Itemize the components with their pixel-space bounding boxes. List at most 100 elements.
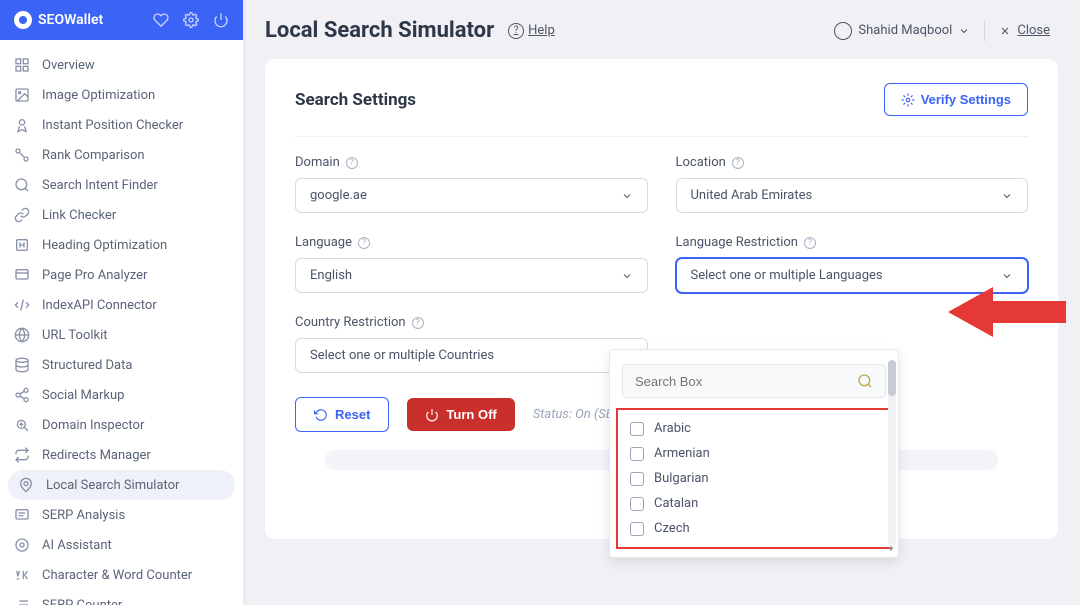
location-icon [18, 477, 34, 493]
chevron-down-icon [958, 25, 970, 37]
logo-icon [14, 11, 32, 29]
sidebar-item-word-counter[interactable]: Character & Word Counter [0, 560, 243, 590]
nav-label: Search Intent Finder [42, 178, 158, 193]
domain-select[interactable]: google.ae [295, 178, 648, 213]
domain-value: google.ae [310, 188, 367, 203]
nav-label: SERP Analysis [42, 508, 125, 523]
page-icon [14, 267, 30, 283]
list-icon [14, 597, 30, 605]
position-icon [14, 117, 30, 133]
language-label: Language [295, 235, 648, 250]
form: Domain google.ae Location United Arab Em… [295, 155, 1028, 373]
checkbox[interactable] [630, 522, 644, 536]
sidebar-item-image-optimization[interactable]: Image Optimization [0, 80, 243, 110]
option-armenian[interactable]: Armenian [622, 441, 886, 466]
scrollbar-thumb[interactable] [888, 360, 896, 396]
sidebar-item-link-checker[interactable]: Link Checker [0, 200, 243, 230]
heart-icon[interactable] [153, 12, 169, 28]
sidebar-item-social-markup[interactable]: Social Markup [0, 380, 243, 410]
nav-label: Redirects Manager [42, 448, 151, 463]
sidebar-item-local-search[interactable]: Local Search Simulator [8, 470, 235, 500]
sidebar-item-serp-analysis[interactable]: SERP Analysis [0, 500, 243, 530]
search-input[interactable] [635, 374, 849, 389]
info-icon[interactable] [732, 157, 744, 169]
sidebar-item-search-intent[interactable]: Search Intent Finder [0, 170, 243, 200]
sidebar-item-domain-inspector[interactable]: Domain Inspector [0, 410, 243, 440]
user-menu[interactable]: Shahid Maqbool [834, 22, 970, 40]
nav-label: IndexAPI Connector [42, 298, 157, 313]
dropdown-search[interactable] [622, 364, 886, 398]
sidebar-item-indexapi[interactable]: IndexAPI Connector [0, 290, 243, 320]
analysis-icon [14, 507, 30, 523]
share-icon [14, 387, 30, 403]
chevron-down-icon [1001, 190, 1013, 202]
info-icon[interactable] [804, 237, 816, 249]
nav-label: Rank Comparison [42, 148, 145, 163]
option-czech[interactable]: Czech [622, 516, 886, 541]
globe-icon [14, 327, 30, 343]
sidebar: SEOWallet Overview Image Optimization In… [0, 0, 243, 605]
sidebar-item-serp-counter[interactable]: SERP Counter [0, 590, 243, 605]
reset-button[interactable]: Reset [295, 397, 389, 432]
close-button[interactable]: Close [999, 23, 1050, 38]
nav-label: Heading Optimization [42, 238, 167, 253]
main: Local Search Simulator Help Shahid Maqbo… [243, 0, 1080, 605]
country-restriction-field: Country Restriction Select one or multip… [295, 315, 648, 373]
counter-icon [14, 567, 30, 583]
gear-icon[interactable] [183, 12, 199, 28]
sidebar-item-ai-assistant[interactable]: AI Assistant [0, 530, 243, 560]
checkbox[interactable] [630, 497, 644, 511]
sidebar-item-url-toolkit[interactable]: URL Toolkit [0, 320, 243, 350]
nav-label: Social Markup [42, 388, 124, 403]
logo[interactable]: SEOWallet [14, 11, 145, 29]
checkbox[interactable] [630, 447, 644, 461]
option-catalan[interactable]: Catalan [622, 491, 886, 516]
location-value: United Arab Emirates [691, 188, 813, 203]
divider [984, 21, 985, 41]
location-select[interactable]: United Arab Emirates [676, 178, 1029, 213]
language-restriction-label: Language Restriction [676, 235, 1029, 250]
checkbox[interactable] [630, 472, 644, 486]
sidebar-item-position-checker[interactable]: Instant Position Checker [0, 110, 243, 140]
language-select[interactable]: English [295, 258, 648, 293]
heading-icon [14, 237, 30, 253]
location-field: Location United Arab Emirates [676, 155, 1029, 213]
chevron-down-icon [621, 270, 633, 282]
sidebar-header: SEOWallet [0, 0, 243, 40]
nav-label: Structured Data [42, 358, 132, 373]
nav: Overview Image Optimization Instant Posi… [0, 40, 243, 605]
close-icon [999, 25, 1011, 37]
option-arabic[interactable]: Arabic [622, 416, 886, 441]
help-link[interactable]: Help [508, 23, 555, 39]
brand-name: SEOWallet [38, 12, 103, 28]
search-icon [14, 177, 30, 193]
option-bulgarian[interactable]: Bulgarian [622, 466, 886, 491]
nav-label: Instant Position Checker [42, 118, 183, 133]
country-restriction-label: Country Restriction [295, 315, 648, 330]
search-icon [857, 373, 873, 389]
dashboard-icon [14, 57, 30, 73]
sidebar-item-structured-data[interactable]: Structured Data [0, 350, 243, 380]
sidebar-item-overview[interactable]: Overview [0, 50, 243, 80]
sidebar-item-heading[interactable]: Heading Optimization [0, 230, 243, 260]
scroll-down-icon[interactable] [887, 545, 895, 553]
power-icon[interactable] [213, 12, 229, 28]
sidebar-item-page-pro[interactable]: Page Pro Analyzer [0, 260, 243, 290]
turn-off-button[interactable]: Turn Off [407, 398, 514, 431]
country-restriction-placeholder: Select one or multiple Countries [310, 348, 494, 363]
sidebar-item-rank-comparison[interactable]: Rank Comparison [0, 140, 243, 170]
chart-icon [14, 147, 30, 163]
location-label: Location [676, 155, 1029, 170]
info-icon[interactable] [412, 317, 424, 329]
nav-label: SERP Counter [42, 598, 122, 605]
settings-card: Search Settings Verify Settings Domain g… [265, 59, 1058, 539]
country-restriction-select[interactable]: Select one or multiple Countries [295, 338, 648, 373]
info-icon[interactable] [346, 157, 358, 169]
checkbox[interactable] [630, 422, 644, 436]
verify-settings-button[interactable]: Verify Settings [884, 83, 1028, 116]
data-icon [14, 357, 30, 373]
info-icon[interactable] [358, 237, 370, 249]
card-header: Search Settings Verify Settings [295, 83, 1028, 137]
redirect-icon [14, 447, 30, 463]
sidebar-item-redirects[interactable]: Redirects Manager [0, 440, 243, 470]
